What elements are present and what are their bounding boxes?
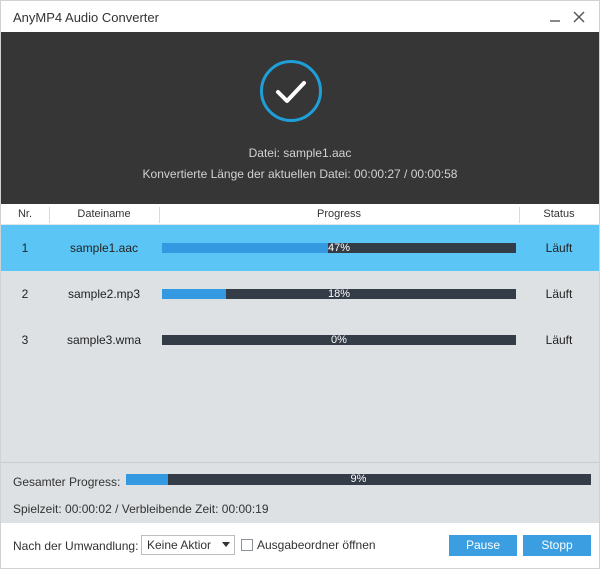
total-progress-text: 9% bbox=[350, 473, 367, 485]
footer-divider bbox=[1, 462, 599, 463]
converted-length-text: Konvertierte Länge der aktuellen Datei: … bbox=[142, 167, 458, 181]
open-output-folder-checkbox[interactable] bbox=[241, 539, 253, 551]
row-progress-bar: 18% bbox=[162, 288, 516, 300]
column-header-nr[interactable]: Nr. bbox=[1, 204, 49, 225]
playtime-remaining-text: Spielzeit: 00:00:02 / Verbleibende Zeit:… bbox=[13, 502, 269, 516]
pause-button[interactable]: Pause bbox=[449, 535, 517, 556]
table-row[interactable]: 3 sample3.wma 0% Läuft bbox=[1, 317, 599, 363]
minimize-button[interactable] bbox=[545, 7, 565, 27]
row-progress-text: 18% bbox=[327, 288, 351, 300]
minimize-icon bbox=[550, 20, 560, 22]
row-filename: sample3.wma bbox=[66, 333, 142, 347]
current-file-text: Datei: sample1.aac bbox=[248, 146, 352, 160]
row-progress-bar: 0% bbox=[162, 334, 516, 346]
row-progress-text: 47% bbox=[327, 242, 351, 254]
open-output-folder-label[interactable]: Ausgabeordner öffnen bbox=[257, 538, 376, 552]
table-row[interactable]: 2 sample2.mp3 18% Läuft bbox=[1, 271, 599, 317]
file-list: 1 sample1.aac 47% Läuft 2 sample2.mp3 18… bbox=[1, 225, 599, 462]
row-progress-bar: 47% bbox=[162, 242, 516, 254]
row-filename: sample2.mp3 bbox=[67, 287, 141, 301]
column-header-progress[interactable]: Progress bbox=[159, 204, 519, 225]
total-progress-label: Gesamter Progress: bbox=[13, 475, 121, 489]
title-bar[interactable]: AnyMP4 Audio Converter bbox=[1, 1, 599, 32]
stop-button[interactable]: Stopp bbox=[523, 535, 591, 556]
row-status: Läuft bbox=[545, 241, 573, 255]
window-title: AnyMP4 Audio Converter bbox=[13, 10, 159, 25]
row-progress-text: 0% bbox=[331, 334, 347, 346]
row-number: 1 bbox=[21, 241, 29, 255]
row-number: 2 bbox=[21, 287, 29, 301]
column-header-filename[interactable]: Dateiname bbox=[49, 204, 159, 225]
table-header: Nr. Dateiname Progress Status bbox=[1, 204, 599, 225]
close-icon bbox=[573, 11, 585, 23]
after-conversion-value: Keine Aktior bbox=[147, 538, 212, 552]
row-status: Läuft bbox=[545, 287, 573, 301]
after-conversion-select[interactable]: Keine Aktior bbox=[141, 535, 235, 555]
table-row[interactable]: 1 sample1.aac 47% Läuft bbox=[1, 225, 599, 271]
after-conversion-label: Nach der Umwandlung: bbox=[13, 539, 139, 553]
chevron-down-icon bbox=[222, 542, 230, 547]
close-button[interactable] bbox=[569, 7, 589, 27]
column-header-status[interactable]: Status bbox=[519, 204, 599, 225]
checkmark-circle-icon bbox=[260, 60, 322, 122]
row-filename: sample1.aac bbox=[69, 241, 139, 255]
bottom-toolbar: Nach der Umwandlung: Keine Aktior Ausgab… bbox=[1, 523, 599, 568]
conversion-header: Datei: sample1.aac Konvertierte Länge de… bbox=[1, 32, 599, 204]
app-window: AnyMP4 Audio Converter Datei: sample1.aa… bbox=[0, 0, 600, 569]
total-progress-bar: 9% bbox=[126, 474, 591, 485]
row-status: Läuft bbox=[545, 333, 573, 347]
row-number: 3 bbox=[21, 333, 29, 347]
